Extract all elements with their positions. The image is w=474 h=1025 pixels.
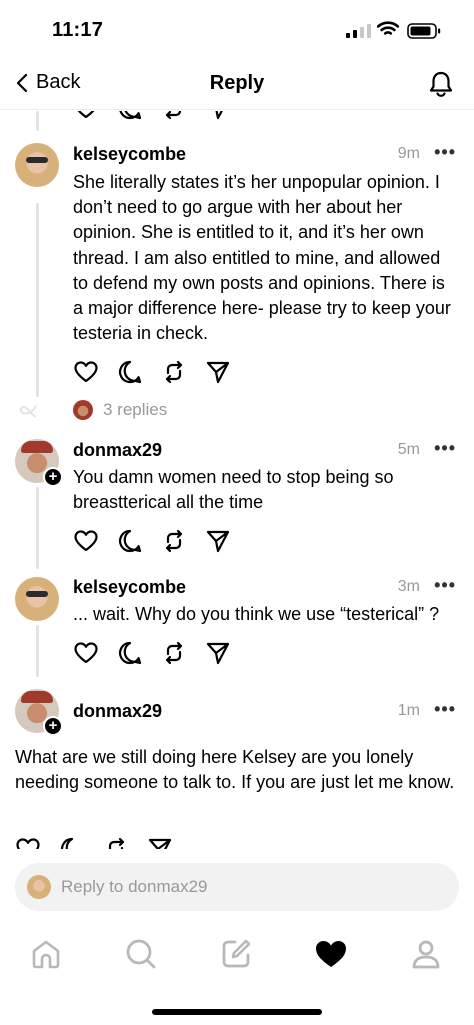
bell-icon[interactable] xyxy=(428,70,454,98)
more-options-button[interactable]: ••• xyxy=(434,575,456,596)
avatar[interactable] xyxy=(15,143,59,187)
more-options-button[interactable]: ••• xyxy=(434,142,456,163)
comment-icon[interactable] xyxy=(117,528,143,554)
compose-icon[interactable] xyxy=(219,937,253,971)
more-options-button[interactable]: ••• xyxy=(434,699,456,720)
post-time: 3m xyxy=(397,578,420,595)
repost-icon[interactable] xyxy=(103,836,129,849)
heart-icon[interactable] xyxy=(73,640,99,666)
heart-icon[interactable] xyxy=(15,836,41,849)
avatar xyxy=(27,875,51,899)
thread-connector xyxy=(36,111,39,131)
avatar xyxy=(73,400,93,420)
signal-icon xyxy=(346,22,371,38)
comment-icon[interactable] xyxy=(59,836,85,849)
replies-count: 3 replies xyxy=(103,400,168,419)
thread-connector xyxy=(36,487,39,569)
post-time: 1m xyxy=(397,702,420,719)
more-options-button[interactable]: ••• xyxy=(434,438,456,459)
repost-icon[interactable] xyxy=(161,528,187,554)
repost-icon[interactable] xyxy=(161,111,187,121)
previous-post-actions xyxy=(73,111,231,121)
home-indicator[interactable] xyxy=(152,1009,322,1015)
comment-icon[interactable] xyxy=(117,640,143,666)
thread-curl-icon xyxy=(20,404,37,418)
view-replies-link[interactable]: 3 replies xyxy=(73,400,167,420)
follow-plus-icon[interactable]: + xyxy=(43,716,63,736)
profile-icon[interactable] xyxy=(409,937,443,971)
heart-icon[interactable] xyxy=(73,111,99,121)
share-icon[interactable] xyxy=(205,528,231,554)
comment-icon[interactable] xyxy=(117,359,143,385)
post-text: What are we still doing here Kelsey are … xyxy=(15,747,455,793)
bottom-tab-bar xyxy=(0,925,474,985)
post-text: ... wait. Why do you think we use “teste… xyxy=(73,604,440,624)
repost-icon[interactable] xyxy=(161,640,187,666)
status-time: 11:17 xyxy=(52,19,104,41)
post-username[interactable]: kelseycombe xyxy=(73,577,186,598)
share-icon[interactable] xyxy=(147,836,173,849)
wifi-icon xyxy=(377,21,399,35)
post-actions xyxy=(73,640,231,666)
thread-connector xyxy=(36,203,39,397)
thread-connector xyxy=(36,625,39,677)
post-actions xyxy=(73,359,231,385)
post-time: 5m xyxy=(397,441,420,458)
post-username[interactable]: kelseycombe xyxy=(73,144,186,165)
post-actions xyxy=(15,836,173,849)
repost-icon[interactable] xyxy=(161,359,187,385)
page-title: Reply xyxy=(209,72,265,94)
post-username[interactable]: donmax29 xyxy=(73,701,162,722)
share-icon[interactable] xyxy=(205,640,231,666)
status-bar: 11:17 xyxy=(0,0,474,60)
post-text: You damn women need to stop being so bre… xyxy=(73,467,394,513)
avatar[interactable] xyxy=(15,577,59,621)
follow-plus-icon[interactable]: + xyxy=(43,467,63,487)
post-username[interactable]: donmax29 xyxy=(73,440,162,461)
reply-input[interactable]: Reply to donmax29 xyxy=(15,863,459,911)
search-icon[interactable] xyxy=(124,937,158,971)
post-time: 9m xyxy=(397,145,420,162)
activity-heart-icon[interactable] xyxy=(314,937,348,971)
share-icon[interactable] xyxy=(205,111,231,121)
comment-icon[interactable] xyxy=(117,111,143,121)
reply-placeholder: Reply to donmax29 xyxy=(61,877,208,896)
thread-feed[interactable]: kelseycombe 9m ••• She literally states … xyxy=(0,111,474,849)
home-icon[interactable] xyxy=(29,937,63,971)
battery-icon xyxy=(407,23,441,39)
heart-icon[interactable] xyxy=(73,359,99,385)
post-text: She literally states it’s her unpopular … xyxy=(73,172,451,344)
heart-icon[interactable] xyxy=(73,528,99,554)
nav-bar: Back Reply xyxy=(0,60,474,110)
post-actions xyxy=(73,528,231,554)
share-icon[interactable] xyxy=(205,359,231,385)
